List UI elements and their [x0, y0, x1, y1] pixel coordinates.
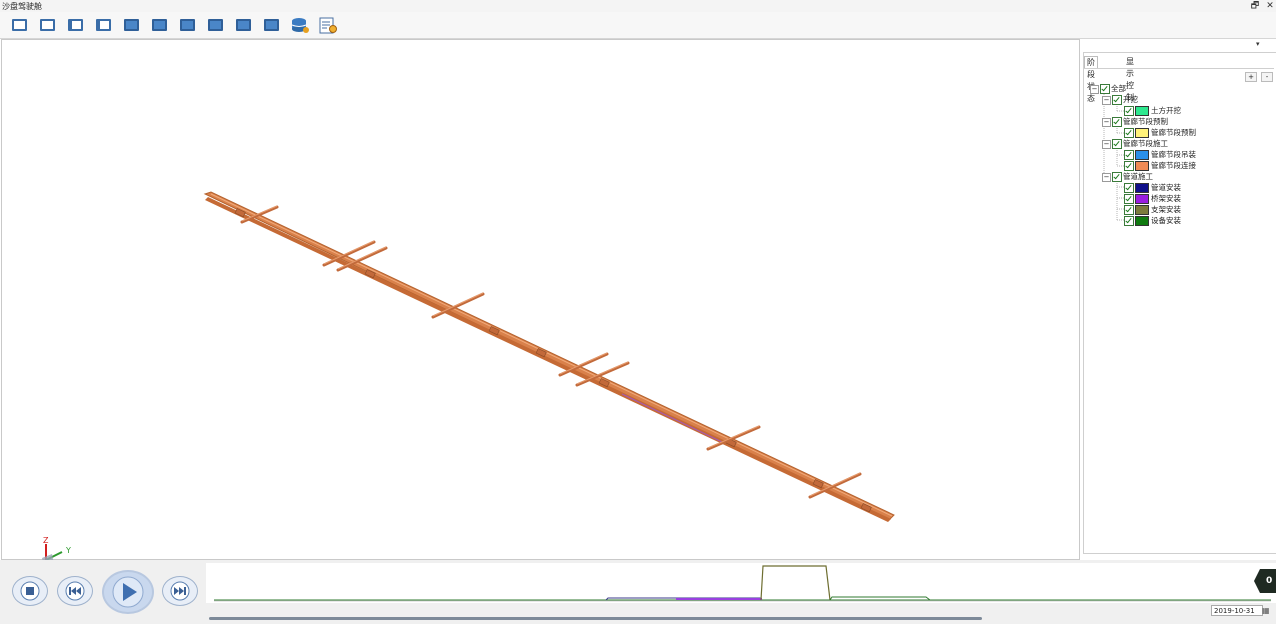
checkbox[interactable] [1124, 128, 1134, 138]
title-bar: 沙盘驾驶舱 🗗 ✕ [0, 0, 1276, 12]
tree-node-root[interactable]: − 全部 [1090, 84, 1126, 94]
view-icon[interactable] [206, 17, 226, 34]
view-icon[interactable] [178, 17, 198, 34]
close-icon[interactable]: ✕ [1264, 0, 1276, 12]
tree-label: 支架安装 [1151, 205, 1181, 214]
view-icon[interactable] [38, 17, 58, 34]
color-swatch [1135, 194, 1149, 204]
previous-button[interactable] [57, 576, 93, 606]
tree-node-pipeline[interactable]: − 管道施工 [1102, 172, 1153, 182]
tree-node-construction[interactable]: − 管廊节段施工 [1102, 139, 1168, 149]
tree-leaf[interactable]: 支架安装 [1124, 205, 1181, 215]
expand-all-button[interactable]: + [1245, 72, 1257, 82]
tree-label: 土方开挖 [1151, 106, 1181, 115]
color-swatch [1135, 205, 1149, 215]
view-icon[interactable] [66, 17, 86, 34]
collapse-all-button[interactable]: - [1261, 72, 1273, 82]
tree-label: 管廊节段施工 [1123, 139, 1168, 148]
date-field[interactable]: 2019-10-31 [1211, 605, 1263, 616]
checkbox[interactable] [1112, 117, 1122, 127]
checkbox[interactable] [1124, 183, 1134, 193]
tree-leaf[interactable]: 管廊节段吊装 [1124, 150, 1196, 160]
color-swatch [1135, 161, 1149, 171]
tree-label: 管廊节段预制 [1123, 117, 1168, 126]
view-icon[interactable] [262, 17, 282, 34]
collapse-icon[interactable]: − [1102, 139, 1111, 149]
view-icon[interactable] [122, 17, 142, 34]
tree-node-prefab[interactable]: − 管廊节段预制 [1102, 117, 1168, 127]
current-time-marker[interactable] [1254, 569, 1276, 593]
collapse-icon[interactable]: − [1090, 84, 1099, 94]
calendar-icon[interactable]: ▦ [1262, 605, 1274, 616]
model-viewport[interactable]: Z Y X [1, 39, 1080, 574]
checkbox[interactable] [1112, 95, 1122, 105]
next-button[interactable] [162, 576, 198, 606]
view-icon[interactable] [10, 17, 30, 34]
checkbox[interactable] [1124, 106, 1134, 116]
restore-icon[interactable]: 🗗 [1249, 0, 1261, 12]
collapse-icon[interactable]: − [1102, 172, 1111, 182]
color-swatch [1135, 183, 1149, 193]
tree-label: 设备安装 [1151, 216, 1181, 225]
play-button[interactable] [102, 570, 154, 614]
tree-leaf[interactable]: 管廊节段连接 [1124, 161, 1196, 171]
tree-label: 管道安装 [1151, 183, 1181, 192]
color-swatch [1135, 150, 1149, 160]
tab-divider [1084, 68, 1274, 69]
color-swatch [1135, 216, 1149, 226]
collapse-icon[interactable]: − [1102, 117, 1111, 127]
tree-leaf[interactable]: 桥架安装 [1124, 194, 1181, 204]
tree-label: 管廊节段连接 [1151, 161, 1196, 170]
tree-label: 管道施工 [1123, 172, 1153, 181]
checkbox[interactable] [1124, 205, 1134, 215]
tree-leaf[interactable]: 管道安装 [1124, 183, 1181, 193]
window-title: 沙盘驾驶舱 [2, 2, 42, 11]
view-icon[interactable] [234, 17, 254, 34]
collapse-icon[interactable]: − [1102, 95, 1111, 105]
axis-y-label: Y [66, 546, 71, 555]
tree-leaf[interactable]: 设备安装 [1124, 216, 1181, 226]
color-swatch [1135, 106, 1149, 116]
tree-node-excavation[interactable]: − 开挖 [1102, 95, 1138, 105]
database-icon[interactable] [290, 17, 310, 34]
toolbar [0, 12, 1276, 39]
checkbox[interactable] [1124, 194, 1134, 204]
tree-leaf[interactable]: 土方开挖 [1124, 106, 1181, 116]
tab-display-control[interactable]: 显示控制 [1124, 56, 1136, 102]
checkbox[interactable] [1100, 84, 1110, 94]
checkbox[interactable] [1124, 161, 1134, 171]
settings-icon[interactable] [318, 17, 338, 34]
checkbox[interactable] [1112, 172, 1122, 182]
checkbox[interactable] [1124, 216, 1134, 226]
timeline-chart[interactable] [206, 563, 1276, 603]
axis-z-label: Z [43, 536, 49, 545]
checkbox[interactable] [1124, 150, 1134, 160]
marker-label: 0 [1266, 576, 1273, 586]
tree-label: 全部 [1111, 84, 1126, 93]
tree-leaf[interactable]: 管廊节段预制 [1124, 128, 1196, 138]
view-icon[interactable] [94, 17, 114, 34]
tree-label: 管廊节段吊装 [1151, 150, 1196, 159]
view-icon[interactable] [150, 17, 170, 34]
pipe-gallery-model [203, 191, 895, 522]
checkbox[interactable] [1112, 139, 1122, 149]
tree-label: 管廊节段预制 [1151, 128, 1196, 137]
tree-label: 开挖 [1123, 95, 1138, 104]
tree-label: 桥架安装 [1151, 194, 1181, 203]
stop-button[interactable] [12, 576, 48, 606]
timeline-scrollbar[interactable] [209, 617, 982, 620]
panel-dropdown-icon[interactable]: ▾ [1256, 40, 1260, 48]
color-swatch [1135, 128, 1149, 138]
